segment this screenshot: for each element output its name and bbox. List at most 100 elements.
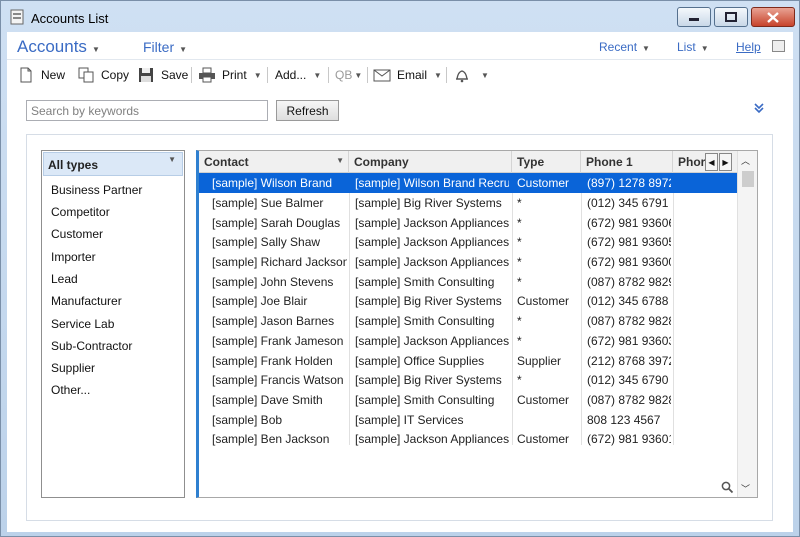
chevron-up-icon[interactable]: ︿	[741, 154, 750, 167]
maximize-button[interactable]	[714, 7, 748, 27]
cell-contact: [sample] Frank Holden	[212, 354, 333, 368]
cell-contact: [sample] Bob	[212, 413, 283, 427]
column-header-contact[interactable]: Contact ▼	[199, 151, 349, 173]
close-button[interactable]	[751, 7, 795, 27]
list-menu-label: List	[677, 40, 696, 54]
table-row[interactable]: [sample] Jason Barnes [sample] Smith Con…	[199, 311, 737, 331]
print-button[interactable]: Print ▼	[198, 65, 262, 85]
table-row[interactable]: [sample] John Stevens [sample] Smith Con…	[199, 272, 737, 292]
column-header-contact-label: Contact	[204, 155, 249, 169]
refresh-button[interactable]: Refresh	[276, 100, 339, 121]
table-row[interactable]: [sample] Frank Holden [sample] Office Su…	[199, 351, 737, 371]
search-row: Refresh	[7, 96, 793, 126]
menu-bar: Accounts ▼ Filter ▼ Recent ▼ List ▼ Help	[7, 32, 793, 60]
cell-type: Customer	[517, 176, 570, 190]
table-row[interactable]: [sample] Frank Jameson [sample] Jackson …	[199, 331, 737, 351]
cell-company: [sample] Office Supplies	[355, 354, 485, 368]
save-button[interactable]: Save	[137, 65, 188, 85]
qb-button-label: QB	[335, 68, 353, 82]
floppy-disk-icon	[139, 68, 153, 82]
cell-contact: [sample] Jason Barnes	[212, 314, 335, 328]
type-item-lead[interactable]: Lead	[51, 272, 78, 286]
maximize-icon	[725, 12, 737, 22]
type-item-customer[interactable]: Customer	[51, 227, 103, 241]
table-row[interactable]: [sample] Sarah Douglas [sample] Jackson …	[199, 213, 737, 233]
popout-icon[interactable]	[772, 40, 785, 52]
collapse-toggle[interactable]	[753, 102, 765, 117]
type-item-sub-contractor[interactable]: Sub-Contractor	[51, 339, 132, 353]
scroll-columns-right-button[interactable]: ▶	[719, 153, 732, 171]
table-row[interactable]: [sample] Ben Jackson [sample] Jackson Ap…	[199, 429, 737, 449]
cell-type: Supplier	[517, 354, 562, 368]
cell-company: [sample] Jackson Appliances	[355, 334, 509, 348]
save-button-label: Save	[161, 68, 189, 82]
cell-contact: [sample] Frank Jameson	[212, 334, 344, 348]
cell-phone-1: (087) 8782 9828	[587, 393, 671, 407]
scrollbar-thumb[interactable]	[742, 171, 754, 187]
recent-menu-label: Recent	[599, 40, 638, 54]
type-item-manufacturer[interactable]: Manufacturer	[51, 294, 122, 308]
table-row[interactable]: [sample] Joe Blair [sample] Big River Sy…	[199, 291, 737, 311]
minimize-icon	[689, 18, 699, 21]
cell-company: [sample] Smith Consulting	[355, 314, 495, 328]
client-area: Accounts ▼ Filter ▼ Recent ▼ List ▼ Help New…	[7, 32, 793, 532]
cell-type: Customer	[517, 432, 570, 446]
search-input[interactable]	[26, 100, 268, 121]
new-button[interactable]: New	[17, 65, 65, 85]
accounts-list-window: Accounts List Accounts ▼ Filter ▼ Recent ▼ …	[0, 0, 800, 537]
type-item-competitor[interactable]: Competitor	[51, 205, 110, 219]
chevron-down-icon: ▼	[91, 45, 100, 54]
bell-icon	[456, 70, 468, 83]
type-item-other[interactable]: Other...	[51, 383, 90, 397]
table-row[interactable]: [sample] Sue Balmer [sample] Big River S…	[199, 193, 737, 213]
copy-button[interactable]: Copy	[77, 65, 129, 85]
cell-contact: [sample] Francis Watson	[212, 373, 344, 387]
cell-company: [sample] Smith Consulting	[355, 393, 495, 407]
type-item-supplier[interactable]: Supplier	[51, 361, 95, 375]
scroll-columns-left-button[interactable]: ◀	[705, 153, 718, 171]
type-item-business-partner[interactable]: Business Partner	[51, 183, 142, 197]
cell-contact: [sample] Sue Balmer	[212, 196, 324, 210]
type-item-importer[interactable]: Importer	[51, 250, 96, 264]
table-row[interactable]: [sample] Francis Watson [sample] Big Riv…	[199, 370, 737, 390]
accounts-menu-label: Accounts	[17, 37, 87, 56]
alerts-button[interactable]: ▼	[453, 65, 489, 85]
triangle-left-icon: ◀	[708, 157, 715, 167]
table-row[interactable]: [sample] Dave Smith [sample] Smith Consu…	[199, 390, 737, 410]
qb-button[interactable]: QB ▼	[335, 65, 362, 85]
email-button[interactable]: Email ▼	[373, 65, 442, 85]
title-bar[interactable]: Accounts List	[1, 1, 799, 31]
help-link[interactable]: Help	[736, 40, 761, 54]
cell-phone-1: (012) 345 6788	[587, 294, 669, 308]
cell-contact: [sample] Dave Smith	[212, 393, 323, 407]
cell-type: Customer	[517, 294, 570, 308]
minimize-button[interactable]	[677, 7, 711, 27]
table-row[interactable]: [sample] Wilson Brand [sample] Wilson Br…	[199, 173, 737, 193]
column-header-type[interactable]: Type	[512, 151, 581, 173]
app-icon	[10, 9, 24, 25]
cell-company: [sample] Wilson Brand Recruit	[355, 176, 509, 190]
chevron-down-icon: ▼	[253, 70, 262, 80]
column-header-phone-1[interactable]: Phone 1	[581, 151, 673, 173]
vertical-scrollbar[interactable]: ︿ ﹀	[737, 151, 757, 497]
new-button-label: New	[41, 68, 66, 82]
column-header-company[interactable]: Company	[349, 151, 512, 173]
list-menu[interactable]: List ▼	[677, 40, 709, 54]
cell-type: *	[517, 314, 522, 328]
work-area: All types ▼ Business Partner Competitor …	[26, 134, 773, 521]
chevron-down-icon[interactable]: ﹀	[741, 482, 750, 495]
accounts-menu[interactable]: Accounts ▼	[17, 37, 100, 57]
type-item-service-lab[interactable]: Service Lab	[51, 317, 114, 331]
type-filter-header[interactable]: All types ▼	[43, 152, 183, 176]
filter-menu[interactable]: Filter ▼	[143, 39, 187, 55]
recent-menu[interactable]: Recent ▼	[599, 40, 650, 54]
cell-type: *	[517, 235, 522, 249]
cell-contact: [sample] Richard Jackson	[212, 255, 347, 269]
search-icon[interactable]	[721, 481, 734, 494]
table-row[interactable]: [sample] Richard Jackson [sample] Jackso…	[199, 252, 737, 272]
cell-company: [sample] IT Services	[355, 413, 464, 427]
chevron-down-icon: ▼	[481, 70, 489, 80]
table-row[interactable]: [sample] Bob [sample] IT Services 808 12…	[199, 410, 737, 430]
add-button[interactable]: Add... ▼	[275, 65, 321, 85]
table-row[interactable]: [sample] Sally Shaw [sample] Jackson App…	[199, 232, 737, 252]
